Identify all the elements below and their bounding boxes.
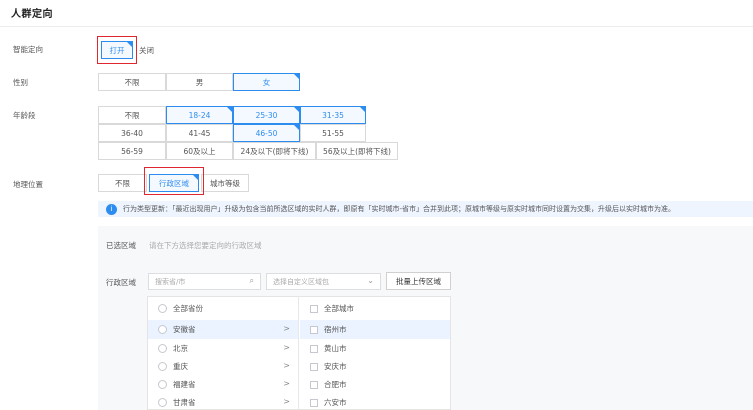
location-label: 地理位置 (13, 180, 43, 189)
location-admin[interactable]: 行政区域 (149, 174, 199, 192)
gender-male[interactable]: 男 (166, 73, 233, 91)
city-all[interactable]: 全部城市 (300, 299, 450, 318)
gender-any[interactable]: 不限 (98, 73, 166, 91)
location-any[interactable]: 不限 (98, 174, 147, 192)
admin-label: 行政区域 (106, 278, 136, 287)
search-placeholder: 搜索省/市 (155, 277, 186, 286)
notice-bar: i 行为类型更新：「最近出现用户」升级为包含当前所选区域的实时人群，即原有「实时… (98, 201, 753, 217)
checkbox[interactable] (310, 304, 318, 313)
smart-off-button[interactable]: 关闭 (133, 41, 160, 59)
location-city-tier[interactable]: 城市等级 (201, 174, 249, 192)
custom-placeholder: 选择自定义区域包 (273, 277, 329, 286)
age-label: 年龄段 (13, 111, 36, 120)
radio[interactable] (158, 325, 167, 334)
city-item[interactable]: 宿州市 (300, 320, 450, 339)
checkbox[interactable] (310, 398, 318, 407)
smart-on-button[interactable]: 打开 (101, 41, 133, 59)
radio[interactable] (158, 304, 167, 313)
city-item[interactable]: 合肥市 (300, 375, 450, 394)
province-search-input[interactable]: 搜索省/市 ⌕ (148, 273, 261, 290)
age-any[interactable]: 不限 (98, 106, 166, 124)
chevron-right-icon: > (283, 343, 290, 352)
province-item[interactable]: 北京 > (148, 339, 298, 358)
age-60-plus[interactable]: 60及以上 (166, 142, 233, 160)
custom-region-select[interactable]: 选择自定义区域包 ⌄ (266, 273, 381, 290)
age-41-45[interactable]: 41-45 (166, 124, 233, 142)
age-46-50[interactable]: 46-50 (233, 124, 300, 142)
age-25-30[interactable]: 25-30 (233, 106, 300, 124)
chevron-right-icon: > (283, 324, 290, 333)
age-56-above[interactable]: 56及以上(即将下线) (316, 142, 398, 160)
gender-label: 性别 (13, 78, 28, 87)
checkbox[interactable] (310, 362, 318, 371)
province-item[interactable]: 重庆 > (148, 357, 298, 376)
province-item[interactable]: 安徽省 > (148, 320, 298, 339)
province-all[interactable]: 全部省份 (148, 299, 298, 318)
search-icon: ⌕ (249, 276, 254, 285)
notice-text: 行为类型更新：「最近出现用户」升级为包含当前所选区域的实时人群，即原有「实时城市… (123, 205, 676, 213)
city-item[interactable]: 六安市 (300, 393, 450, 410)
city-item[interactable]: 安庆市 (300, 357, 450, 376)
age-51-55[interactable]: 51-55 (300, 124, 366, 142)
selected-placeholder: 请在下方选择您要定向的行政区域 (149, 241, 262, 250)
radio[interactable] (158, 398, 167, 407)
age-36-40[interactable]: 36-40 (98, 124, 166, 142)
age-56-59[interactable]: 56-59 (98, 142, 166, 160)
smart-label: 智能定向 (13, 45, 43, 54)
checkbox[interactable] (310, 380, 318, 389)
page-title: 人群定向 (11, 9, 53, 20)
checkbox[interactable] (310, 325, 318, 334)
selected-label: 已选区域 (106, 241, 136, 250)
gender-female[interactable]: 女 (233, 73, 300, 91)
chevron-right-icon: > (283, 397, 290, 406)
divider (0, 26, 753, 27)
province-item[interactable]: 甘肃省 > (148, 393, 298, 410)
city-item[interactable]: 黄山市 (300, 339, 450, 358)
radio[interactable] (158, 362, 167, 371)
checkbox[interactable] (310, 344, 318, 353)
chevron-right-icon: > (283, 361, 290, 370)
radio[interactable] (158, 380, 167, 389)
age-24-below[interactable]: 24及以下(即将下线) (233, 142, 316, 160)
radio[interactable] (158, 344, 167, 353)
province-item[interactable]: 福建省 > (148, 375, 298, 394)
chevron-right-icon: > (283, 379, 290, 388)
chevron-down-icon: ⌄ (367, 276, 374, 285)
age-18-24[interactable]: 18-24 (166, 106, 233, 124)
list-divider (298, 296, 299, 410)
info-icon: i (106, 203, 117, 215)
batch-upload-button[interactable]: 批量上传区域 (386, 272, 451, 290)
age-31-35[interactable]: 31-35 (300, 106, 366, 124)
